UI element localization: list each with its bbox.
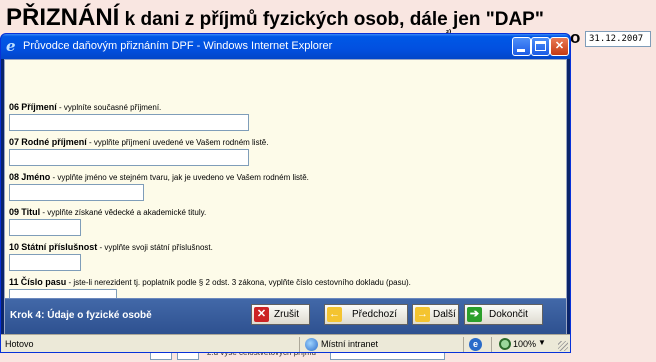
titul-input[interactable] xyxy=(9,219,81,236)
maximize-icon xyxy=(535,41,546,51)
next-button[interactable]: → Další xyxy=(412,304,459,325)
field-hint: - vyplňte získané vědecké a akademické t… xyxy=(40,208,207,217)
minimize-button[interactable] xyxy=(512,37,531,56)
field-hint: - vyplníte současné příjmení. xyxy=(56,103,162,112)
step-label: Krok 4: Údaje o fyzické osobě xyxy=(10,310,152,321)
field-name: Státní příslušnost xyxy=(21,242,98,252)
close-icon: ✕ xyxy=(554,40,565,52)
status-text: Hotovo xyxy=(5,339,34,349)
field-name: Titul xyxy=(21,207,41,217)
field-name: Příjmení xyxy=(21,102,57,112)
field-number: 10 xyxy=(9,242,20,252)
prijmeni-input[interactable] xyxy=(9,114,249,131)
status-bar: Hotovo Místní intranet e 100% ▼ xyxy=(1,334,570,352)
previous-button[interactable]: ← Předchozí xyxy=(324,304,408,325)
field-hint: - vyplňte svoji státní příslušnost. xyxy=(97,243,213,252)
field-label-statni-prislusnost: 10 Státní příslušnost - vyplňte svoji st… xyxy=(9,242,213,252)
previous-label: Předchozí xyxy=(352,309,398,320)
wizard-footer: Krok 4: Údaje o fyzické osobě ✕ Zrušit ←… xyxy=(5,298,566,334)
field-name: Jméno xyxy=(21,172,51,182)
arrow-right-icon: → xyxy=(415,307,430,322)
close-button[interactable]: ✕ xyxy=(550,37,569,56)
status-divider xyxy=(463,337,464,352)
ie-protected-mode-icon[interactable]: e xyxy=(469,338,482,351)
field-number: 06 xyxy=(9,102,20,112)
date-field[interactable]: 31.12.2007 xyxy=(585,31,651,47)
status-divider xyxy=(299,337,300,352)
field-hint: - vyplňte jméno ve stejném tvaru, jak je… xyxy=(50,173,309,182)
finish-button[interactable]: ➔ Dokončit xyxy=(464,304,543,325)
field-name: Rodné příjmení xyxy=(21,137,87,147)
field-label-cislo-pasu: 11 Číslo pasu - jste-li nerezident tj. p… xyxy=(9,277,411,287)
field-number: 09 xyxy=(9,207,20,217)
wizard-content: 06 Příjmení - vyplníte současné příjmení… xyxy=(4,59,567,334)
chevron-down-icon[interactable]: ▼ xyxy=(538,338,546,347)
window-titlebar[interactable]: e Průvodce daňovým přiznáním DPF - Windo… xyxy=(1,34,570,59)
status-divider xyxy=(491,337,492,352)
rodne-prijmeni-input[interactable] xyxy=(9,149,249,166)
maximize-button[interactable] xyxy=(531,37,550,56)
ie-logo-icon: e xyxy=(6,37,16,55)
bg-letter-o: o xyxy=(570,28,581,47)
intranet-globe-icon xyxy=(305,338,318,351)
security-zone[interactable]: Místní intranet xyxy=(321,339,378,349)
field-number: 11 xyxy=(9,277,19,287)
field-label-jmeno: 08 Jméno - vyplňte jméno ve stejném tvar… xyxy=(9,172,309,182)
arrow-left-icon: ← xyxy=(327,307,342,322)
page-heading: PŘIZNÁNÍ k dani z příjmů fyzických osob,… xyxy=(6,4,544,32)
page-heading-big: PŘIZNÁNÍ xyxy=(6,4,120,31)
minimize-icon xyxy=(517,49,525,52)
field-name: Číslo pasu xyxy=(20,277,67,287)
statni-prislusnost-input[interactable] xyxy=(9,254,81,271)
field-label-prijmeni: 06 Příjmení - vyplníte současné příjmení… xyxy=(9,102,161,112)
next-label: Další xyxy=(433,309,456,320)
zoom-icon[interactable] xyxy=(499,338,511,350)
finish-label: Dokončit xyxy=(489,309,528,320)
resize-grip-icon[interactable] xyxy=(558,341,568,351)
field-number: 08 xyxy=(9,172,20,182)
field-hint: - jste-li nerezident tj. poplatník podle… xyxy=(66,278,411,287)
finish-arrow-icon: ➔ xyxy=(467,307,482,322)
window-title: Průvodce daňovým přiznáním DPF - Windows… xyxy=(23,40,333,52)
cancel-label: Zrušit xyxy=(274,309,299,320)
zoom-level[interactable]: 100% xyxy=(513,339,536,349)
field-hint: - vyplňte příjmení uvedené ve Vašem rodn… xyxy=(86,138,269,147)
field-number: 07 xyxy=(9,137,20,147)
jmeno-input[interactable] xyxy=(9,184,144,201)
cancel-button[interactable]: ✕ Zrušit xyxy=(251,304,310,325)
ie-window: e Průvodce daňovým přiznáním DPF - Windo… xyxy=(0,33,571,353)
field-label-titul: 09 Titul - vyplňte získané vědecké a aka… xyxy=(9,207,206,217)
field-label-rodne-prijmeni: 07 Rodné příjmení - vyplňte příjmení uve… xyxy=(9,137,268,147)
page-heading-rest: k dani z příjmů fyzických osob, dále jen… xyxy=(119,9,544,30)
cancel-icon: ✕ xyxy=(254,307,269,322)
